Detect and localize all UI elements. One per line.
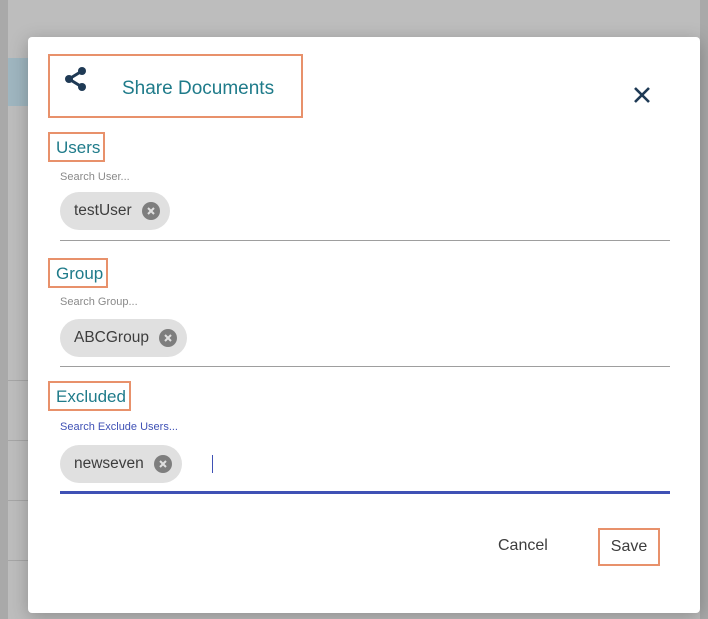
share-icon — [62, 66, 88, 92]
remove-chip-icon[interactable] — [141, 202, 160, 220]
group-search-placeholder[interactable]: Search Group... — [60, 296, 138, 308]
text-cursor[interactable] — [212, 455, 213, 473]
group-input-underline — [60, 366, 670, 367]
group-chip-label: ABCGroup — [74, 329, 149, 346]
excluded-input-underline — [60, 491, 670, 494]
users-input-underline — [60, 240, 670, 241]
close-button[interactable] — [628, 83, 656, 111]
group-chip: ABCGroup — [60, 319, 187, 357]
dialog-title: Share Documents — [122, 78, 275, 99]
user-chip: testUser — [60, 192, 170, 230]
excluded-search-placeholder[interactable]: Search Exclude Users... — [60, 421, 178, 433]
users-label: Users — [48, 132, 106, 162]
excluded-user-chip: newseven — [60, 445, 182, 483]
cancel-button[interactable]: Cancel — [498, 537, 548, 555]
dialog-header: Share Documents — [48, 54, 303, 118]
close-icon — [633, 86, 651, 109]
user-chip-label: testUser — [74, 202, 132, 219]
excluded-label: Excluded — [48, 381, 131, 411]
share-documents-dialog: Share Documents Users Search User... tes… — [28, 37, 700, 613]
remove-chip-icon[interactable] — [153, 455, 172, 473]
save-button[interactable]: Save — [598, 528, 660, 566]
excluded-chip-label: newseven — [74, 455, 144, 472]
remove-chip-icon[interactable] — [158, 329, 177, 347]
group-label: Group — [48, 258, 109, 288]
users-search-placeholder[interactable]: Search User... — [60, 171, 130, 183]
